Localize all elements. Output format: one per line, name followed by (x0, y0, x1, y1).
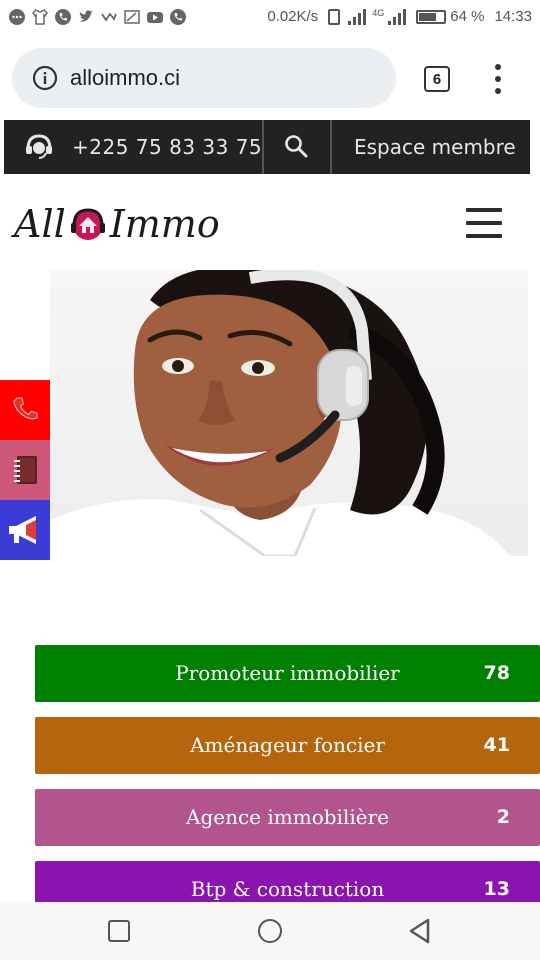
contact-bar: +225 75 83 33 75 Espace membre (4, 120, 530, 174)
category-count: 78 (483, 662, 510, 684)
url-text[interactable]: alloimmo.ci (70, 65, 180, 91)
category-label: Promoteur immobilier (175, 661, 400, 685)
chat-icon (8, 8, 26, 26)
tab-switcher-button[interactable]: 6 (424, 66, 450, 92)
logo-text-left: All (14, 202, 66, 246)
recent-apps-button[interactable] (108, 920, 130, 942)
phone-icon (169, 8, 187, 26)
hero-image (50, 270, 528, 556)
category-label: Aménageur foncier (190, 733, 385, 757)
phone-icon (13, 397, 38, 420)
search-icon[interactable] (284, 134, 308, 158)
megaphone-icon (9, 516, 36, 544)
screen: 0.02K/s 4G 64 % 14:33 alloimmo.ci 6 +225… (0, 0, 540, 960)
battery-fill (419, 12, 436, 21)
signal-icon (388, 8, 407, 25)
network-type: 4G (372, 8, 385, 18)
category-label: Agence immobilière (186, 805, 389, 829)
vibrate-icon (328, 8, 341, 25)
divider (262, 120, 264, 174)
back-button[interactable] (408, 918, 432, 944)
contact-phone-link[interactable]: +225 75 83 33 75 (72, 120, 262, 174)
category-agence-immobiliere[interactable]: Agence immobilière 2 (35, 789, 540, 846)
side-notebook-button[interactable] (0, 440, 50, 500)
status-bar: 0.02K/s 4G 64 % 14:33 (0, 0, 540, 36)
call-center-agent-illustration (50, 270, 510, 556)
check-icon (100, 8, 118, 26)
youtube-icon (146, 8, 164, 26)
notification-icons (8, 8, 187, 26)
signal-icon (348, 8, 367, 25)
address-bar[interactable]: alloimmo.ci (12, 48, 396, 108)
status-right: 0.02K/s 4G 64 % 14:33 (267, 8, 532, 25)
network-speed: 0.02K/s (267, 8, 319, 25)
phone-icon (54, 8, 72, 26)
category-count: 2 (496, 806, 510, 828)
system-navigation-bar (0, 902, 540, 960)
category-amenageur-foncier[interactable]: Aménageur foncier 41 (35, 717, 540, 774)
battery-percent: 64 % (450, 8, 485, 25)
side-phone-button[interactable] (0, 380, 50, 440)
member-area-link[interactable]: Espace membre (354, 120, 516, 174)
site-logo[interactable]: All Immo (14, 196, 220, 252)
twitter-icon (77, 8, 95, 26)
notebook-icon (14, 456, 37, 484)
clock: 14:33 (494, 8, 532, 25)
info-icon[interactable] (32, 65, 58, 91)
browser-toolbar: alloimmo.ci 6 (0, 36, 540, 120)
shirt-icon (31, 8, 49, 26)
browser-menu-button[interactable] (490, 64, 506, 94)
battery-icon (416, 9, 447, 24)
home-button[interactable] (258, 919, 282, 943)
logo-text-right: Immo (109, 202, 220, 246)
divider (330, 120, 332, 174)
category-promoteur-immobilier[interactable]: Promoteur immobilier 78 (35, 645, 540, 702)
customer-service-icon[interactable] (24, 133, 54, 161)
hamburger-menu-button[interactable] (466, 208, 502, 238)
cast-icon (123, 8, 141, 26)
house-headset-icon (70, 208, 105, 240)
side-megaphone-button[interactable] (0, 500, 50, 560)
category-count: 41 (483, 734, 510, 756)
